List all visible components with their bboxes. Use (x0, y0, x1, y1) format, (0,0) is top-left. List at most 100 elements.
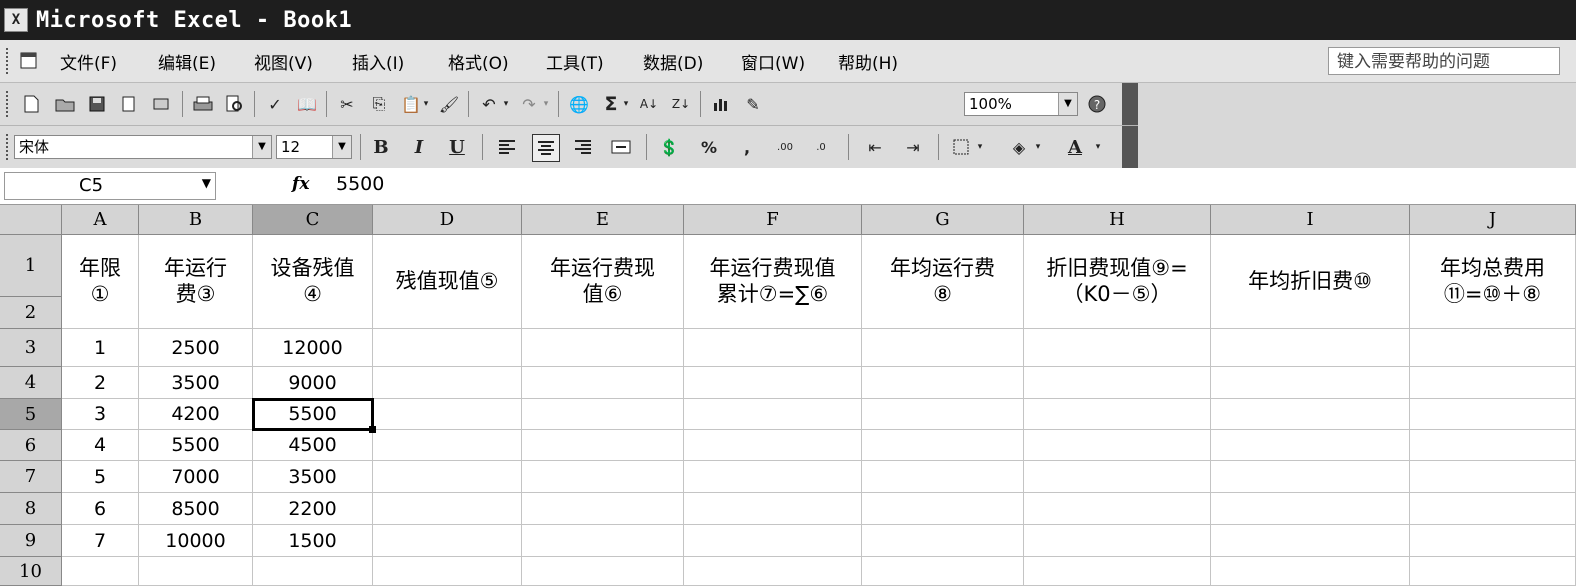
header-cell-a[interactable]: 年限 ① (62, 235, 139, 329)
row-header-2[interactable]: 2 (0, 297, 62, 329)
row-header-6[interactable]: 6 (0, 430, 62, 461)
cell-i4[interactable] (1211, 367, 1410, 399)
copy-icon[interactable]: ⎘ (366, 91, 392, 117)
increase-indent-icon[interactable]: ⇥ (900, 134, 926, 160)
drawing-icon[interactable]: ✎ (740, 91, 766, 117)
cell-j7[interactable] (1410, 461, 1576, 493)
cell-f7[interactable] (684, 461, 862, 493)
cell-a8[interactable]: 6 (62, 493, 139, 525)
cell-j3[interactable] (1410, 329, 1576, 367)
cell-f6[interactable] (684, 430, 862, 461)
zoom-select[interactable]: 100% ▼ (964, 92, 1078, 116)
sort-ascending-icon[interactable]: A↓ (636, 91, 662, 117)
open-icon[interactable] (52, 91, 78, 117)
cell-c3[interactable]: 12000 (253, 329, 373, 367)
cell-j6[interactable] (1410, 430, 1576, 461)
print-preview-icon[interactable] (222, 91, 248, 117)
header-cell-c[interactable]: 设备残值 ④ (253, 235, 373, 329)
menu-file[interactable]: 文件(F) (60, 49, 117, 74)
cell-c4[interactable]: 9000 (253, 367, 373, 399)
cell-j10[interactable] (1410, 557, 1576, 586)
hyperlink-icon[interactable]: 🌐 (566, 91, 592, 117)
cell-b6[interactable]: 5500 (139, 430, 253, 461)
cell-a5[interactable]: 3 (62, 399, 139, 430)
cell-f9[interactable] (684, 525, 862, 557)
cell-a10[interactable] (62, 557, 139, 586)
header-cell-i[interactable]: 年均折旧费⑩ (1211, 235, 1410, 329)
font-color-dropdown-icon[interactable]: ▾ (1092, 134, 1104, 160)
cell-h5[interactable] (1024, 399, 1211, 430)
menu-view[interactable]: 视图(V) (254, 49, 313, 74)
undo-dropdown-icon[interactable]: ▾ (500, 91, 512, 117)
italic-button[interactable]: I (406, 134, 432, 160)
cell-f3[interactable] (684, 329, 862, 367)
cell-h4[interactable] (1024, 367, 1211, 399)
cell-a3[interactable]: 1 (62, 329, 139, 367)
cell-b4[interactable]: 3500 (139, 367, 253, 399)
cell-b9[interactable]: 10000 (139, 525, 253, 557)
column-header-d[interactable]: D (373, 205, 522, 235)
cell-f8[interactable] (684, 493, 862, 525)
cell-g4[interactable] (862, 367, 1024, 399)
cell-i8[interactable] (1211, 493, 1410, 525)
cell-d4[interactable] (373, 367, 522, 399)
menu-insert[interactable]: 插入(I) (352, 49, 404, 74)
header-cell-g[interactable]: 年均运行费 ⑧ (862, 235, 1024, 329)
toolbar-options-icon[interactable] (1122, 126, 1138, 168)
fill-color-dropdown-icon[interactable]: ▾ (1032, 134, 1044, 160)
excel-logo-icon[interactable]: X (4, 8, 28, 32)
column-header-j[interactable]: J (1410, 205, 1576, 235)
cell-c6[interactable]: 4500 (253, 430, 373, 461)
fill-color-icon[interactable]: ◈ (1006, 134, 1032, 160)
column-header-h[interactable]: H (1024, 205, 1211, 235)
cell-b3[interactable]: 2500 (139, 329, 253, 367)
workbook-icon[interactable] (16, 47, 42, 73)
comma-style-icon[interactable]: , (734, 134, 760, 160)
formula-input[interactable]: 5500 (336, 173, 384, 195)
cell-g6[interactable] (862, 430, 1024, 461)
cell-e10[interactable] (522, 557, 684, 586)
cell-g3[interactable] (862, 329, 1024, 367)
header-cell-j[interactable]: 年均总费用 ⑪=⑩＋⑧ (1410, 235, 1576, 329)
insert-function-icon[interactable]: fx (292, 174, 309, 194)
align-left-icon[interactable] (494, 134, 520, 160)
toolbar-grip-icon[interactable] (6, 134, 11, 160)
sort-descending-icon[interactable]: Z↓ (668, 91, 694, 117)
font-dropdown-icon[interactable]: ▼ (252, 136, 271, 158)
cell-j8[interactable] (1410, 493, 1576, 525)
zoom-dropdown-icon[interactable]: ▼ (1058, 93, 1077, 115)
menu-data[interactable]: 数据(D) (643, 49, 703, 74)
font-color-icon[interactable]: A (1062, 134, 1088, 160)
cell-a4[interactable]: 2 (62, 367, 139, 399)
currency-icon[interactable]: 💲 (656, 134, 682, 160)
cell-a7[interactable]: 5 (62, 461, 139, 493)
format-painter-icon[interactable]: 🖌 (436, 91, 462, 117)
name-box-dropdown-icon[interactable]: ▼ (202, 176, 211, 190)
menu-help[interactable]: 帮助(H) (838, 49, 898, 74)
column-header-f[interactable]: F (684, 205, 862, 235)
fill-handle[interactable] (369, 426, 376, 433)
cell-h6[interactable] (1024, 430, 1211, 461)
cell-c8[interactable]: 2200 (253, 493, 373, 525)
header-cell-d[interactable]: 残值现值⑤ (373, 235, 522, 329)
cell-a6[interactable]: 4 (62, 430, 139, 461)
header-cell-f[interactable]: 年运行费现值 累计⑦=∑⑥ (684, 235, 862, 329)
font-size-dropdown-icon[interactable]: ▼ (332, 136, 351, 158)
cell-a9[interactable]: 7 (62, 525, 139, 557)
borders-icon[interactable] (948, 134, 974, 160)
row-header-3[interactable]: 3 (0, 329, 62, 367)
help-icon[interactable]: ? (1084, 91, 1110, 117)
cell-h3[interactable] (1024, 329, 1211, 367)
cell-b8[interactable]: 8500 (139, 493, 253, 525)
redo-dropdown-icon[interactable]: ▾ (540, 91, 552, 117)
cell-e3[interactable] (522, 329, 684, 367)
cell-g9[interactable] (862, 525, 1024, 557)
paste-dropdown-icon[interactable]: ▾ (420, 91, 432, 117)
cell-j9[interactable] (1410, 525, 1576, 557)
new-icon[interactable] (18, 91, 44, 117)
help-search-input[interactable]: 键入需要帮助的问题 (1328, 47, 1560, 75)
cell-g10[interactable] (862, 557, 1024, 586)
row-header-4[interactable]: 4 (0, 367, 62, 399)
name-box[interactable]: C5 ▼ (4, 172, 216, 200)
row-header-7[interactable]: 7 (0, 461, 62, 493)
